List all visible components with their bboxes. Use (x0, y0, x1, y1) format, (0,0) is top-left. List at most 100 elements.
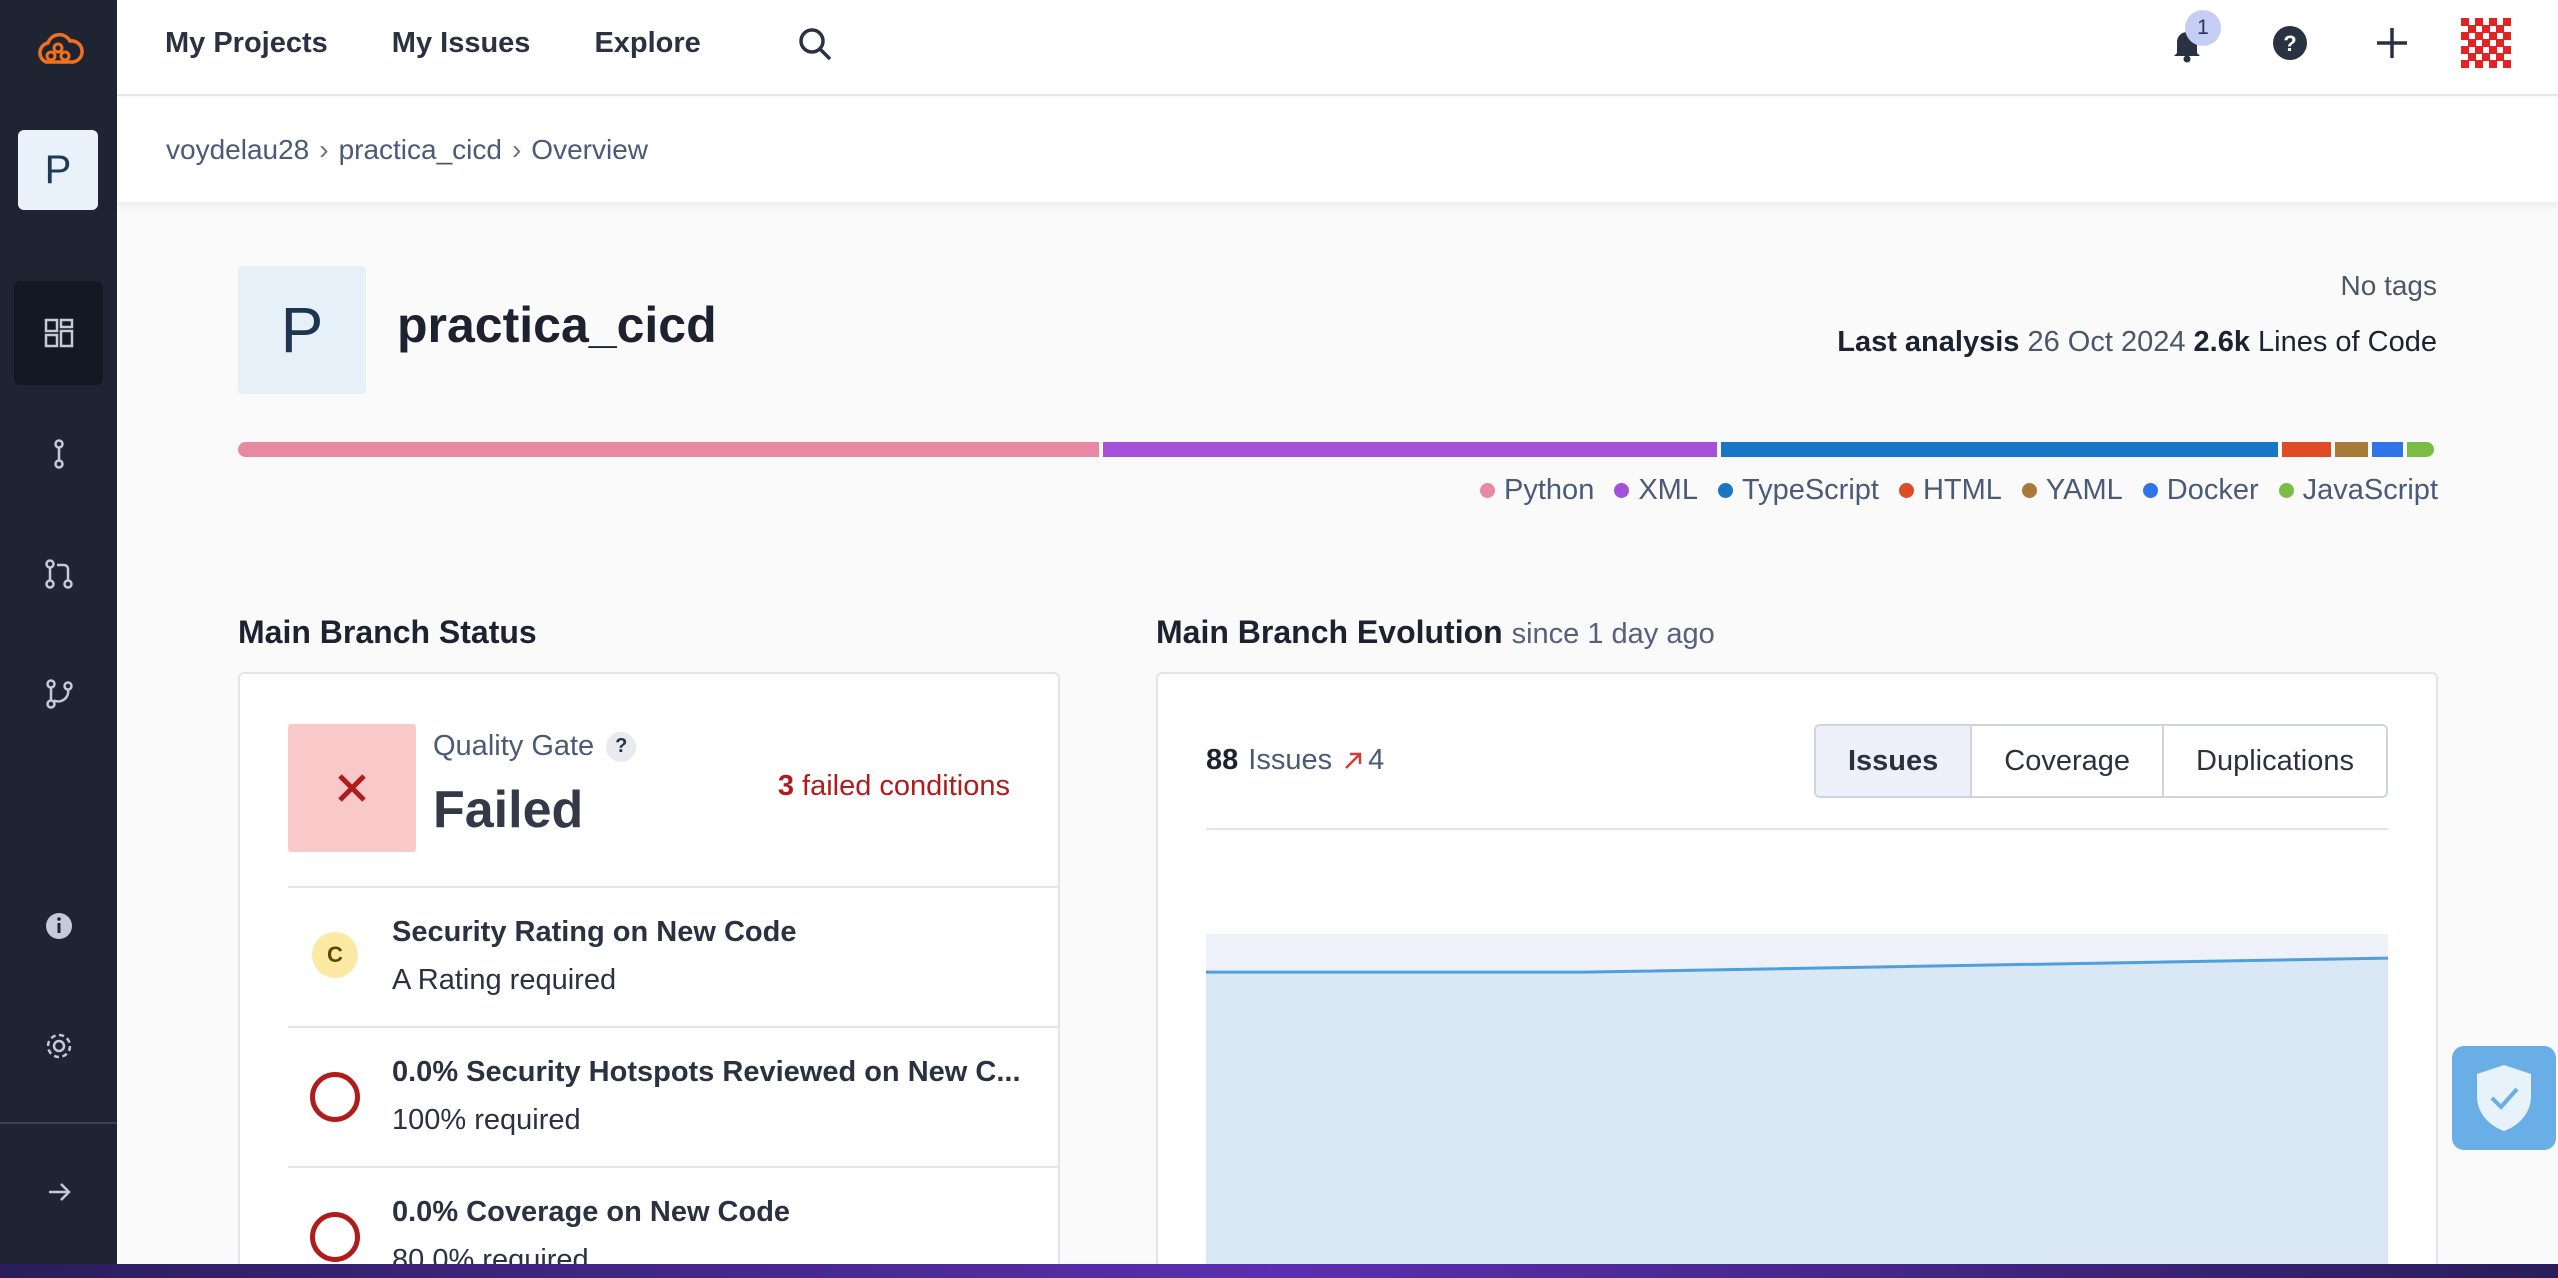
condition-required: 100% required (392, 1104, 581, 1136)
breadcrumb-project[interactable]: practica_cicd (339, 134, 502, 166)
project-avatar[interactable]: P (18, 130, 98, 210)
legend-item-yaml: YAML (2021, 474, 2123, 507)
legend-label: TypeScript (1741, 474, 1879, 506)
divider (1206, 828, 2388, 830)
language-segment-docker (2372, 442, 2404, 457)
last-analysis-label: Last analysis (1837, 326, 2020, 358)
gear-icon (46, 1033, 71, 1059)
legend-item-html: HTML (1898, 474, 2002, 507)
pull-requests-nav-item[interactable] (14, 522, 103, 626)
issues-evolution-chart (1206, 934, 2388, 1278)
issues-area (1206, 958, 2388, 1278)
evolution-card: 88 Issues 4 Issues Coverage Duplications (1156, 672, 2438, 1278)
lines-of-code-value: 2.6k (2193, 326, 2250, 358)
breadcrumb-bar: voydelau28 › practica_cicd › Overview (117, 98, 2558, 202)
project-tags[interactable]: No tags (2341, 270, 2438, 302)
dashboard-icon (44, 318, 73, 348)
failed-ring-icon (310, 1212, 360, 1262)
top-nav: My Projects My Issues Explore (165, 0, 701, 86)
legend-label: Python (1504, 474, 1595, 506)
issues-nav-item[interactable] (14, 402, 103, 506)
pull-request-icon (44, 559, 73, 589)
evolution-title-text: Main Branch Evolution (1156, 614, 1503, 650)
breadcrumb: voydelau28 › practica_cicd › Overview (166, 134, 648, 166)
user-avatar-icon[interactable] (2461, 18, 2511, 68)
condition-required: A Rating required (392, 964, 617, 996)
breadcrumb-org[interactable]: voydelau28 (166, 134, 309, 166)
nav-my-issues[interactable]: My Issues (392, 27, 531, 60)
language-legend: Python XML TypeScript HTML YAML Docker JavaScr… (1480, 474, 2438, 507)
arrow-right-icon (48, 1183, 71, 1201)
legend-label: XML (1638, 474, 1698, 506)
language-segment-python (238, 442, 1099, 457)
legend-label: Docker (2166, 474, 2259, 506)
legend-dot (1480, 483, 1496, 498)
legend-label: YAML (2045, 474, 2123, 506)
overview-nav-item[interactable] (14, 281, 103, 385)
top-navigation-bar: My Projects My Issues Explore 1 ? (117, 0, 2558, 96)
language-segment-javascript (2407, 442, 2434, 457)
quality-gate-failed-indicator (288, 724, 416, 852)
help-icon[interactable]: ? (606, 731, 637, 762)
settings-nav-item[interactable] (14, 994, 103, 1098)
git-branch-icon (45, 679, 73, 709)
failed-ring-icon (310, 1072, 360, 1122)
bottom-edge (0, 1264, 2558, 1278)
condition-row[interactable]: 0.0% Security Hotspots Reviewed on New C… (288, 1026, 1060, 1166)
info-icon (45, 913, 72, 939)
information-nav-item[interactable] (14, 874, 103, 978)
sonarcloud-logo-icon[interactable] (30, 22, 86, 72)
issues-delta: 4 (1342, 744, 1384, 777)
tab-duplications[interactable]: Duplications (2162, 726, 2386, 796)
quality-gate-card: Quality Gate ? Failed 3 failed condition… (238, 672, 1060, 1278)
security-extension-button[interactable] (2452, 1046, 2556, 1150)
language-segment-yaml (2334, 442, 2368, 457)
plus-icon[interactable] (2373, 24, 2411, 62)
legend-item-javascript: JavaScript (2278, 474, 2438, 507)
failed-conditions-text: failed conditions (802, 770, 1010, 802)
quality-gate-status: Failed (433, 781, 584, 839)
branches-nav-item[interactable] (14, 642, 103, 746)
last-analysis-date: 26 Oct 2024 (2027, 326, 2186, 358)
legend-dot (2021, 483, 2037, 498)
page-title: practica_cicd (397, 297, 717, 353)
lines-of-code-label: Lines of Code (2258, 326, 2437, 358)
nav-explore[interactable]: Explore (594, 27, 700, 60)
evolution-section-title: Main Branch Evolution since 1 day ago (1156, 614, 1715, 651)
help-icon[interactable]: ? (2271, 24, 2309, 62)
search-icon[interactable] (795, 24, 835, 64)
condition-row[interactable]: 0.0% Coverage on New Code 80.0% required (288, 1166, 1060, 1278)
legend-item-typescript: TypeScript (1717, 474, 1879, 507)
issues-summary: 88 Issues 4 (1206, 744, 1384, 777)
nav-my-projects[interactable]: My Projects (165, 27, 328, 60)
legend-dot (2142, 483, 2158, 498)
language-segment-typescript (1720, 442, 2278, 457)
status-section-title: Main Branch Status (238, 614, 537, 650)
sidebar-divider (0, 1122, 117, 1124)
failed-conditions-count: 3 (777, 770, 794, 802)
legend-item-xml: XML (1614, 474, 1698, 507)
condition-row[interactable]: C Security Rating on New Code A Rating r… (288, 886, 1060, 1026)
legend-item-docker: Docker (2142, 474, 2259, 507)
project-icon: P (238, 266, 366, 394)
evolution-since: since 1 day ago (1511, 618, 1715, 650)
condition-name: 0.0% Security Hotspots Reviewed on New C… (392, 1056, 1021, 1088)
quality-gate-label: Quality Gate ? (433, 730, 637, 763)
last-analysis: Last analysis 26 Oct 2024 2.6k Lines of … (1837, 326, 2437, 359)
legend-label: JavaScript (2302, 474, 2438, 506)
shield-check-icon (2477, 1065, 2531, 1131)
issues-delta-value: 4 (1368, 744, 1385, 776)
legend-dot (1614, 483, 1630, 498)
notification-badge: 1 (2185, 10, 2221, 46)
legend-dot (2278, 483, 2294, 498)
legend-dot (1898, 483, 1914, 498)
evolution-tabs: Issues Coverage Duplications (1813, 724, 2388, 798)
tab-issues[interactable]: Issues (1815, 726, 1971, 796)
issues-label: Issues (1248, 744, 1333, 776)
condition-name: Security Rating on New Code (392, 916, 797, 948)
failed-conditions: 3 failed conditions (778, 770, 1010, 803)
svg-text:?: ? (2283, 31, 2296, 56)
tab-coverage[interactable]: Coverage (1970, 726, 2163, 796)
condition-name: 0.0% Coverage on New Code (392, 1196, 791, 1228)
expand-sidebar-button[interactable] (14, 1140, 103, 1244)
